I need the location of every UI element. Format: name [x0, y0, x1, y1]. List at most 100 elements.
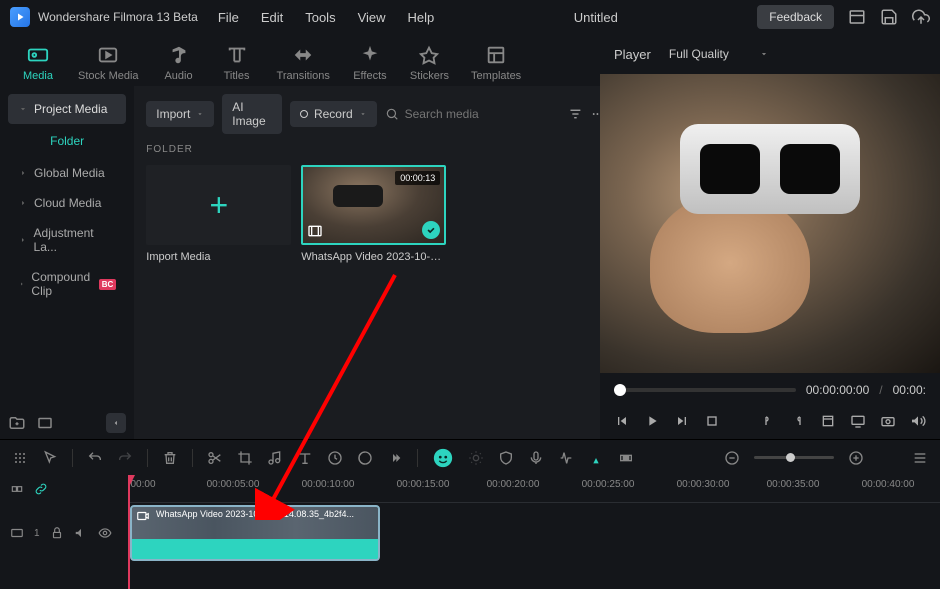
clip-label: WhatsApp Video 2023-10-05 at 14.08.35_4b… — [156, 509, 354, 519]
sidebar-item-adjustment-layer[interactable]: Adjustment La... — [8, 218, 126, 262]
transitions-icon — [292, 44, 314, 66]
beat-icon[interactable] — [558, 450, 574, 466]
zoom-slider[interactable] — [754, 456, 834, 459]
split-icon[interactable] — [207, 450, 223, 466]
layout-icon[interactable] — [848, 8, 866, 26]
marker-icon[interactable] — [588, 450, 604, 466]
total-time: 00:00: — [893, 383, 926, 397]
main-tabs: Media Stock Media Audio Titles Transitio… — [0, 34, 600, 86]
video-track-icon[interactable] — [10, 526, 24, 540]
sidebar-item-global-media[interactable]: Global Media — [8, 158, 126, 188]
tab-transitions[interactable]: Transitions — [267, 38, 340, 88]
sidebar-item-compound-clip[interactable]: Compound Clip BC — [8, 262, 126, 306]
speed-icon[interactable] — [327, 450, 343, 466]
mark-out-icon[interactable] — [790, 413, 806, 429]
chevron-right-icon — [18, 235, 28, 245]
menu-help[interactable]: Help — [408, 10, 435, 25]
undo-icon[interactable] — [87, 450, 103, 466]
timeline-clip[interactable]: WhatsApp Video 2023-10-05 at 14.08.35_4b… — [130, 505, 380, 561]
tab-media[interactable]: Media — [10, 38, 66, 88]
quality-select[interactable]: Full Quality — [669, 47, 769, 61]
new-bin-icon[interactable] — [36, 414, 54, 432]
stop-icon[interactable] — [704, 413, 720, 429]
menu-view[interactable]: View — [358, 10, 386, 25]
import-media-tile[interactable]: + Import Media — [146, 165, 291, 263]
volume-icon[interactable] — [910, 413, 926, 429]
shield-icon[interactable] — [498, 450, 514, 466]
track-headers: 1 — [0, 475, 128, 589]
feedback-button[interactable]: Feedback — [757, 5, 834, 29]
cursor-icon[interactable] — [42, 450, 58, 466]
tab-stickers[interactable]: Stickers — [400, 38, 459, 88]
media-tile-video[interactable]: 00:00:13 WhatsApp Video 2023-10-05... — [301, 165, 446, 263]
list-view-icon[interactable] — [912, 450, 928, 466]
sidebar-item-cloud-media[interactable]: Cloud Media — [8, 188, 126, 218]
preview-viewport[interactable] — [600, 74, 940, 373]
delete-icon[interactable] — [162, 450, 178, 466]
mute-icon[interactable] — [74, 526, 88, 540]
grid-icon[interactable] — [12, 450, 28, 466]
tab-titles[interactable]: Titles — [209, 38, 265, 88]
playhead[interactable] — [128, 475, 130, 589]
mark-in-icon[interactable] — [760, 413, 776, 429]
lock-icon[interactable] — [50, 526, 64, 540]
menu-tools[interactable]: Tools — [305, 10, 335, 25]
ai-image-button[interactable]: AI Image — [222, 94, 282, 134]
text-icon[interactable] — [297, 450, 313, 466]
collapse-sidebar-button[interactable] — [106, 413, 126, 433]
crop-icon[interactable] — [820, 413, 836, 429]
tab-effects[interactable]: Effects — [342, 38, 398, 88]
ai-assistant-icon[interactable] — [432, 447, 454, 469]
titles-icon — [226, 44, 248, 66]
play-icon[interactable] — [644, 413, 660, 429]
audio-edit-icon[interactable] — [267, 450, 283, 466]
new-folder-icon[interactable] — [8, 414, 26, 432]
sidebar-item-project-media[interactable]: Project Media — [8, 94, 126, 124]
cloud-upload-icon[interactable] — [912, 8, 930, 26]
time-ruler[interactable]: 00:00 00:00:05:00 00:00:10:00 00:00:15:0… — [128, 475, 940, 503]
save-icon[interactable] — [880, 8, 898, 26]
auto-ripple-icon[interactable] — [10, 482, 24, 496]
media-browser: Import AI Image Record — [134, 86, 617, 439]
tab-stock-media[interactable]: Stock Media — [68, 38, 149, 88]
scrub-handle[interactable] — [614, 384, 626, 396]
effects-icon — [359, 44, 381, 66]
filter-icon[interactable] — [568, 105, 583, 123]
search-icon — [385, 107, 399, 121]
filmstrip-icon — [307, 223, 323, 239]
record-button[interactable]: Record — [290, 101, 377, 127]
redo-icon[interactable] — [117, 450, 133, 466]
player-scrubber[interactable] — [614, 388, 796, 392]
visibility-icon[interactable] — [98, 526, 112, 540]
display-icon[interactable] — [850, 413, 866, 429]
track-row[interactable]: WhatsApp Video 2023-10-05 at 14.08.35_4b… — [128, 503, 940, 563]
zoom-in-icon[interactable] — [848, 450, 864, 466]
color-icon[interactable] — [357, 450, 373, 466]
search-input[interactable] — [405, 107, 560, 121]
link-icon[interactable] — [34, 482, 48, 496]
current-time: 00:00:00:00 — [806, 383, 869, 397]
audio-icon — [168, 44, 190, 66]
zoom-out-icon[interactable] — [724, 450, 740, 466]
mic-icon[interactable] — [528, 450, 544, 466]
next-frame-icon[interactable] — [674, 413, 690, 429]
menu-file[interactable]: File — [218, 10, 239, 25]
timeline-tracks[interactable]: 00:00 00:00:05:00 00:00:10:00 00:00:15:0… — [128, 475, 940, 589]
menu-edit[interactable]: Edit — [261, 10, 283, 25]
tab-templates[interactable]: Templates — [461, 38, 531, 88]
stock-media-icon — [97, 44, 119, 66]
brightness-icon[interactable] — [468, 450, 484, 466]
record-dot-icon — [300, 110, 308, 118]
keyframe-icon[interactable] — [618, 450, 634, 466]
more-tools-icon[interactable] — [387, 450, 403, 466]
folder-heading: FOLDER — [146, 144, 605, 155]
chevron-right-icon — [18, 198, 28, 208]
import-button[interactable]: Import — [146, 101, 214, 127]
sidebar-item-folder[interactable]: Folder — [8, 124, 126, 158]
crop-timeline-icon[interactable] — [237, 450, 253, 466]
prev-frame-icon[interactable] — [614, 413, 630, 429]
player-label: Player — [614, 47, 651, 62]
track-number: 1 — [34, 528, 40, 539]
snapshot-icon[interactable] — [880, 413, 896, 429]
tab-audio[interactable]: Audio — [151, 38, 207, 88]
